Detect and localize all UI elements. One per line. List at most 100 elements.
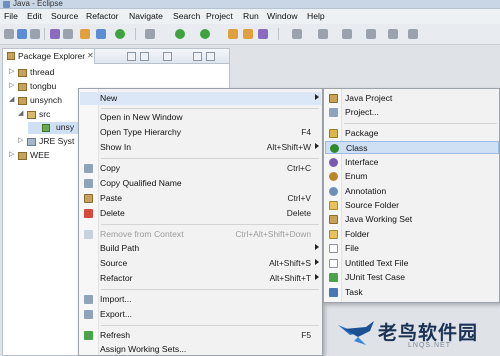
new-class-icon[interactable] (258, 29, 268, 39)
menu-help[interactable]: Help (307, 11, 325, 21)
forward-icon[interactable] (388, 29, 398, 39)
menu-project[interactable]: Project (206, 11, 233, 21)
project-icon (18, 97, 27, 105)
open-perspective-icon[interactable] (292, 29, 302, 39)
annotation-next-icon[interactable] (342, 29, 352, 39)
menu-window[interactable]: Window (267, 11, 298, 21)
search-icon[interactable] (96, 29, 106, 39)
save-icon[interactable] (17, 29, 27, 39)
run-external-icon[interactable] (200, 29, 210, 39)
file-icon (329, 244, 338, 253)
remove-from-context-icon (84, 230, 93, 239)
folder-icon (329, 230, 338, 239)
menu-search[interactable]: Search (173, 11, 200, 21)
menu-item-open-type-hierarchy[interactable]: Open Type Hierarchy F4 (80, 126, 321, 139)
library-icon (27, 138, 36, 146)
submenu-item-java-working-set[interactable]: Java Working Set (325, 213, 499, 226)
menu-navigate[interactable]: Navigate (129, 11, 163, 21)
print-icon[interactable] (30, 29, 40, 39)
search-file-icon[interactable] (318, 29, 328, 39)
refresh-icon[interactable] (115, 29, 125, 39)
package-explorer-icon (7, 52, 15, 60)
package-explorer-tab[interactable]: Package Explorer ✕ (3, 49, 95, 64)
minimize-icon[interactable] (193, 52, 202, 61)
watermark: 老鸟软件园 LNQS.NET (330, 311, 500, 356)
back-icon[interactable] (366, 29, 376, 39)
submenu-item-interface[interactable]: Interface (325, 156, 499, 169)
tree-item-thread[interactable]: ▷ thread (9, 67, 109, 79)
submenu-item-package[interactable]: Package (325, 127, 499, 140)
menu-bar: File Edit Source Refactor Navigate Searc… (0, 9, 500, 24)
menu-edit[interactable]: Edit (27, 11, 42, 21)
menu-separator (101, 108, 319, 109)
new-icon[interactable] (4, 29, 14, 39)
collapse-all-icon[interactable] (127, 52, 136, 61)
menu-run[interactable]: Run (243, 11, 259, 21)
run-icon[interactable] (175, 29, 185, 39)
menu-item-export[interactable]: Export... (80, 308, 321, 321)
package-icon (329, 129, 338, 138)
task-icon (329, 288, 338, 297)
project-icon (18, 69, 27, 77)
expand-icon[interactable]: ▷ (18, 136, 23, 144)
refresh-icon (84, 331, 93, 340)
submenu-item-file[interactable]: File (325, 242, 499, 255)
collapse-icon[interactable]: ◢ (18, 109, 23, 117)
submenu-item-project[interactable]: Project... (325, 106, 499, 119)
new-java-project-icon[interactable] (228, 29, 238, 39)
collapse-icon[interactable]: ◢ (9, 95, 14, 103)
expand-icon[interactable]: ▷ (9, 150, 14, 158)
submenu-item-source-folder[interactable]: Source Folder (325, 199, 499, 212)
menu-item-new[interactable]: New (80, 92, 321, 105)
open-type-icon[interactable] (50, 29, 60, 39)
menu-item-source[interactable]: Source Alt+Shift+S (80, 257, 321, 270)
menu-refactor[interactable]: Refactor (86, 11, 118, 21)
source-folder-icon (329, 201, 338, 210)
menu-item-delete[interactable]: Delete Delete (80, 207, 321, 220)
submenu-item-java-project[interactable]: Java Project (325, 92, 499, 105)
menu-file[interactable]: File (4, 11, 18, 21)
menu-item-copy-qualified-name[interactable]: Copy Qualified Name (80, 177, 321, 190)
submenu-item-task[interactable]: Task (325, 286, 499, 299)
toggle-icon[interactable] (63, 29, 73, 39)
submenu-arrow-icon (315, 94, 319, 100)
menu-item-paste[interactable]: Paste Ctrl+V (80, 192, 321, 205)
debug-icon[interactable] (80, 29, 90, 39)
menu-item-refresh[interactable]: Refresh F5 (80, 329, 321, 342)
link-editor-icon[interactable] (140, 52, 149, 61)
expand-icon[interactable]: ▷ (9, 67, 14, 75)
tool-icon[interactable] (145, 29, 155, 39)
menu-item-build-path[interactable]: Build Path (80, 242, 321, 255)
menu-item-show-in[interactable]: Show In Alt+Shift+W (80, 141, 321, 154)
maximize-icon[interactable] (206, 52, 215, 61)
menu-item-assign-working-sets[interactable]: Assign Working Sets... (80, 343, 321, 356)
watermark-site-text: LNQS.NET (408, 342, 452, 349)
menu-source[interactable]: Source (51, 11, 78, 21)
import-icon (84, 295, 93, 304)
menu-item-copy[interactable]: Copy Ctrl+C (80, 162, 321, 175)
last-edit-icon[interactable] (408, 29, 418, 39)
submenu-arrow-icon (315, 259, 319, 265)
export-icon (84, 310, 93, 319)
toolbar-separator (278, 28, 279, 40)
submenu-item-folder[interactable]: Folder (325, 228, 499, 241)
java-project-icon (329, 94, 338, 103)
menu-item-refactor[interactable]: Refactor Alt+Shift+T (80, 272, 321, 285)
package-explorer-tabbar: Package Explorer ✕ (3, 49, 229, 64)
new-package-icon[interactable] (243, 29, 253, 39)
close-icon[interactable]: ✕ (87, 51, 94, 60)
class-file-icon (42, 124, 50, 132)
expand-icon[interactable]: ▷ (9, 81, 14, 89)
submenu-item-enum[interactable]: Enum (325, 170, 499, 183)
submenu-item-annotation[interactable]: Annotation (325, 185, 499, 198)
menu-separator (101, 224, 319, 225)
menu-separator (101, 325, 319, 326)
view-menu-icon[interactable] (163, 52, 172, 61)
submenu-item-class[interactable]: Class (325, 141, 499, 154)
submenu-item-untitled-text-file[interactable]: Untitled Text File (325, 257, 499, 270)
annotation-icon (329, 187, 338, 196)
menu-item-open-in-new-window[interactable]: Open in New Window (80, 111, 321, 124)
menu-item-import[interactable]: Import... (80, 293, 321, 306)
submenu-item-junit-test-case[interactable]: JUnit Test Case (325, 271, 499, 284)
window-title: Java - Eclipse (13, 0, 63, 8)
